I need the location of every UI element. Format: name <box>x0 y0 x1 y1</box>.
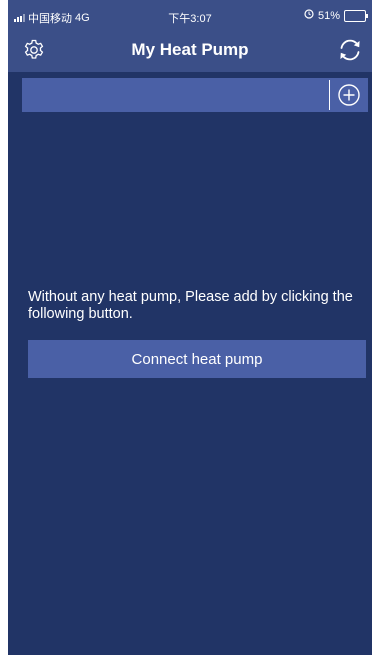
refresh-icon[interactable] <box>336 36 364 64</box>
alarm-icon <box>304 9 314 22</box>
battery-tip <box>366 13 368 18</box>
plus-circle-icon[interactable] <box>336 82 362 108</box>
device-selector-bar[interactable] <box>22 78 368 112</box>
app-header: My Heat Pump <box>8 34 372 72</box>
status-right: 51% <box>304 9 368 22</box>
status-bar: 中国移动 4G 下午3:07 51% <box>8 0 372 34</box>
battery-percent: 51% <box>317 9 340 22</box>
app-screen: 中国移动 4G 下午3:07 51% My Heat Pump Without … <box>8 0 372 655</box>
empty-state-message: Without any heat pump, Please add by cli… <box>28 289 353 322</box>
page-title: My Heat Pump <box>131 40 249 59</box>
divider <box>329 80 330 110</box>
connect-heat-pump-button[interactable]: Connect heat pump <box>28 340 366 378</box>
battery-icon <box>344 9 368 22</box>
